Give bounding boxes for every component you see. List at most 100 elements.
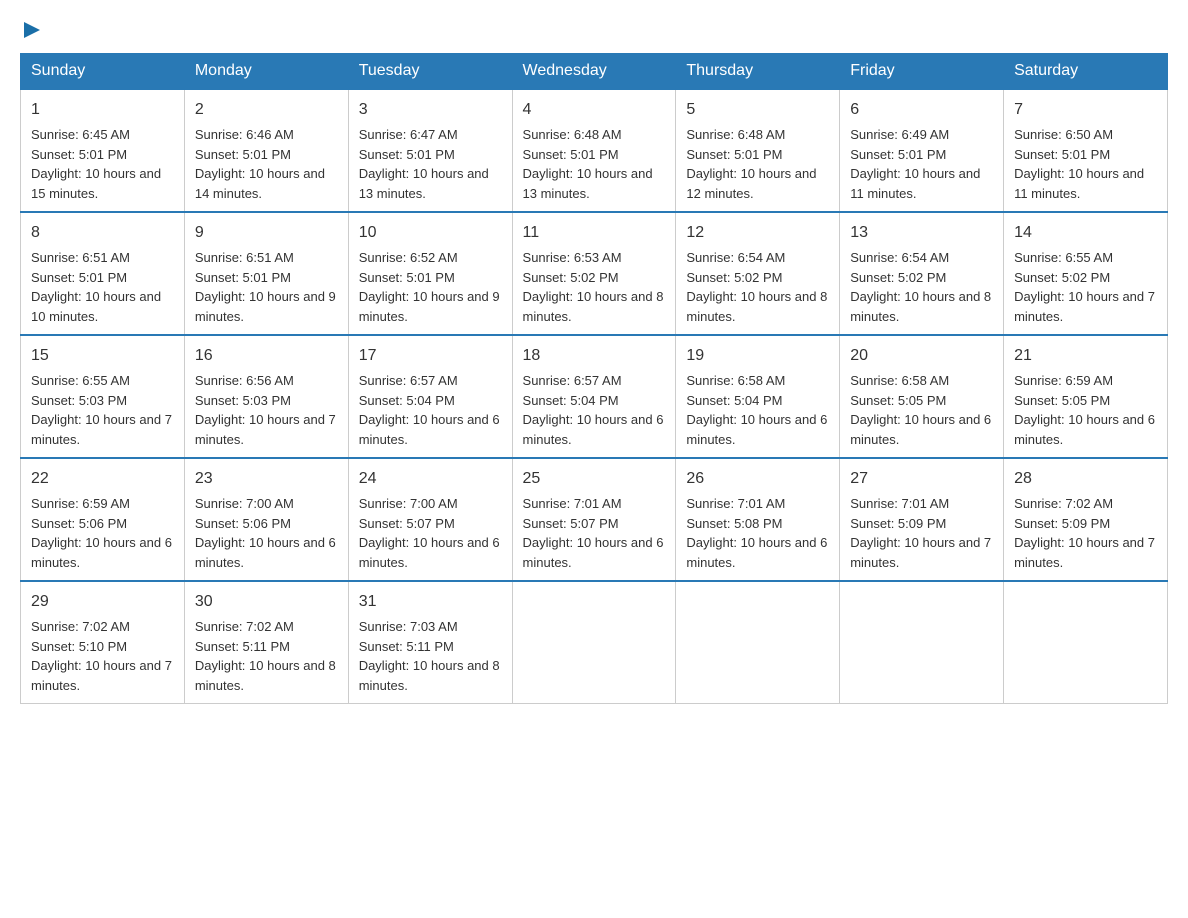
calendar-cell: 5 Sunrise: 6:48 AM Sunset: 5:01 PM Daylight… [676, 89, 840, 212]
sunrise-text: Sunrise: 6:57 AM [523, 373, 622, 388]
calendar-cell: 22Sunrise: 6:59 AMSunset: 5:06 PMDayligh… [21, 458, 185, 581]
daylight-text: Daylight: 10 hours and 6 minutes. [523, 412, 664, 447]
sunset-text: Sunset: 5:09 PM [850, 516, 946, 531]
sunset-text: Sunset: 5:04 PM [523, 393, 619, 408]
day-number: 31 [359, 590, 502, 614]
calendar-cell: 12Sunrise: 6:54 AMSunset: 5:02 PMDayligh… [676, 212, 840, 335]
daylight-text: Daylight: 10 hours and 7 minutes. [1014, 289, 1155, 324]
calendar-cell: 20Sunrise: 6:58 AMSunset: 5:05 PMDayligh… [840, 335, 1004, 458]
day-number: 8 [31, 221, 174, 245]
day-number: 5 [686, 98, 829, 122]
sunset-text: Sunset: 5:07 PM [523, 516, 619, 531]
sunrise-text: Sunrise: 7:02 AM [195, 619, 294, 634]
day-number: 2 [195, 98, 338, 122]
day-number: 4 [523, 98, 666, 122]
day-number: 11 [523, 221, 666, 245]
day-number: 17 [359, 344, 502, 368]
daylight-text: Daylight: 10 hours and 11 minutes. [1014, 166, 1144, 201]
day-number: 10 [359, 221, 502, 245]
sunset-text: Sunset: 5:01 PM [686, 147, 782, 162]
sunrise-text: Sunrise: 7:00 AM [195, 496, 294, 511]
day-number: 26 [686, 467, 829, 491]
sunset-text: Sunset: 5:05 PM [850, 393, 946, 408]
sunset-text: Sunset: 5:03 PM [195, 393, 291, 408]
sunrise-text: Sunrise: 7:02 AM [1014, 496, 1113, 511]
daylight-text: Daylight: 10 hours and 7 minutes. [1014, 535, 1155, 570]
day-number: 7 [1014, 98, 1157, 122]
sunrise-text: Sunrise: 6:54 AM [686, 250, 785, 265]
sunrise-text: Sunrise: 6:51 AM [195, 250, 294, 265]
weekday-header-wednesday: Wednesday [512, 54, 676, 90]
calendar-cell [1004, 581, 1168, 704]
weekday-header-friday: Friday [840, 54, 1004, 90]
daylight-text: Daylight: 10 hours and 7 minutes. [31, 658, 172, 693]
day-number: 25 [523, 467, 666, 491]
sunset-text: Sunset: 5:06 PM [195, 516, 291, 531]
daylight-text: Daylight: 10 hours and 13 minutes. [523, 166, 653, 201]
page-header [20, 20, 1168, 43]
sunset-text: Sunset: 5:02 PM [523, 270, 619, 285]
sunrise-text: Sunrise: 6:48 AM [686, 127, 785, 142]
sunset-text: Sunset: 5:01 PM [523, 147, 619, 162]
sunrise-text: Sunrise: 6:58 AM [850, 373, 949, 388]
sunrise-text: Sunrise: 6:46 AM [195, 127, 294, 142]
day-number: 20 [850, 344, 993, 368]
weekday-header-tuesday: Tuesday [348, 54, 512, 90]
daylight-text: Daylight: 10 hours and 8 minutes. [686, 289, 827, 324]
day-number: 13 [850, 221, 993, 245]
sunrise-text: Sunrise: 6:51 AM [31, 250, 130, 265]
sunset-text: Sunset: 5:10 PM [31, 639, 127, 654]
calendar-table: SundayMondayTuesdayWednesdayThursdayFrid… [20, 53, 1168, 704]
day-number: 19 [686, 344, 829, 368]
calendar-cell: 28 Sunrise: 7:02 AM Sunset: 5:09 PM Dayligh… [1004, 458, 1168, 581]
sunset-text: Sunset: 5:01 PM [1014, 147, 1110, 162]
calendar-cell: 4 Sunrise: 6:48 AM Sunset: 5:01 PM Daylight… [512, 89, 676, 212]
sunset-text: Sunset: 5:01 PM [31, 147, 127, 162]
sunset-text: Sunset: 5:09 PM [1014, 516, 1110, 531]
day-number: 27 [850, 467, 993, 491]
calendar-cell: 1Sunrise: 6:45 AMSunset: 5:01 PMDaylight… [21, 89, 185, 212]
day-number: 30 [195, 590, 338, 614]
weekday-header-thursday: Thursday [676, 54, 840, 90]
logo [20, 20, 42, 43]
daylight-text: Daylight: 10 hours and 12 minutes. [686, 166, 816, 201]
daylight-text: Daylight: 10 hours and 15 minutes. [31, 166, 161, 201]
sunset-text: Sunset: 5:01 PM [31, 270, 127, 285]
calendar-cell: 3Sunrise: 6:47 AMSunset: 5:01 PMDaylight… [348, 89, 512, 212]
calendar-cell: 25Sunrise: 7:01 AMSunset: 5:07 PMDayligh… [512, 458, 676, 581]
daylight-text: Daylight: 10 hours and 10 minutes. [31, 289, 161, 324]
calendar-cell [512, 581, 676, 704]
calendar-cell: 29Sunrise: 7:02 AMSunset: 5:10 PMDayligh… [21, 581, 185, 704]
sunset-text: Sunset: 5:01 PM [359, 147, 455, 162]
day-number: 28 [1014, 467, 1157, 491]
day-number: 24 [359, 467, 502, 491]
sunset-text: Sunset: 5:02 PM [686, 270, 782, 285]
calendar-cell: 17Sunrise: 6:57 AMSunset: 5:04 PMDayligh… [348, 335, 512, 458]
calendar-cell: 18Sunrise: 6:57 AMSunset: 5:04 PMDayligh… [512, 335, 676, 458]
sunset-text: Sunset: 5:01 PM [850, 147, 946, 162]
weekday-header-saturday: Saturday [1004, 54, 1168, 90]
daylight-text: Daylight: 10 hours and 13 minutes. [359, 166, 489, 201]
sunrise-text: Sunrise: 7:01 AM [686, 496, 785, 511]
sunrise-text: Sunrise: 7:01 AM [850, 496, 949, 511]
daylight-text: Daylight: 10 hours and 9 minutes. [195, 289, 336, 324]
sunrise-text: Sunrise: 6:54 AM [850, 250, 949, 265]
calendar-cell: 30Sunrise: 7:02 AMSunset: 5:11 PMDayligh… [184, 581, 348, 704]
calendar-cell: 8 Sunrise: 6:51 AM Sunset: 5:01 PM Daylight… [21, 212, 185, 335]
daylight-text: Daylight: 10 hours and 8 minutes. [850, 289, 991, 324]
calendar-cell: 19Sunrise: 6:58 AMSunset: 5:04 PMDayligh… [676, 335, 840, 458]
sunset-text: Sunset: 5:08 PM [686, 516, 782, 531]
day-number: 29 [31, 590, 174, 614]
daylight-text: Daylight: 10 hours and 6 minutes. [686, 535, 827, 570]
sunset-text: Sunset: 5:04 PM [686, 393, 782, 408]
sunrise-text: Sunrise: 6:53 AM [523, 250, 622, 265]
sunrise-text: Sunrise: 6:48 AM [523, 127, 622, 142]
daylight-text: Daylight: 10 hours and 6 minutes. [31, 535, 172, 570]
daylight-text: Daylight: 10 hours and 6 minutes. [359, 412, 500, 447]
calendar-cell: 21Sunrise: 6:59 AMSunset: 5:05 PMDayligh… [1004, 335, 1168, 458]
daylight-text: Daylight: 10 hours and 8 minutes. [523, 289, 664, 324]
calendar-cell: 13Sunrise: 6:54 AMSunset: 5:02 PMDayligh… [840, 212, 1004, 335]
day-number: 22 [31, 467, 174, 491]
sunrise-text: Sunrise: 6:49 AM [850, 127, 949, 142]
sunrise-text: Sunrise: 6:58 AM [686, 373, 785, 388]
